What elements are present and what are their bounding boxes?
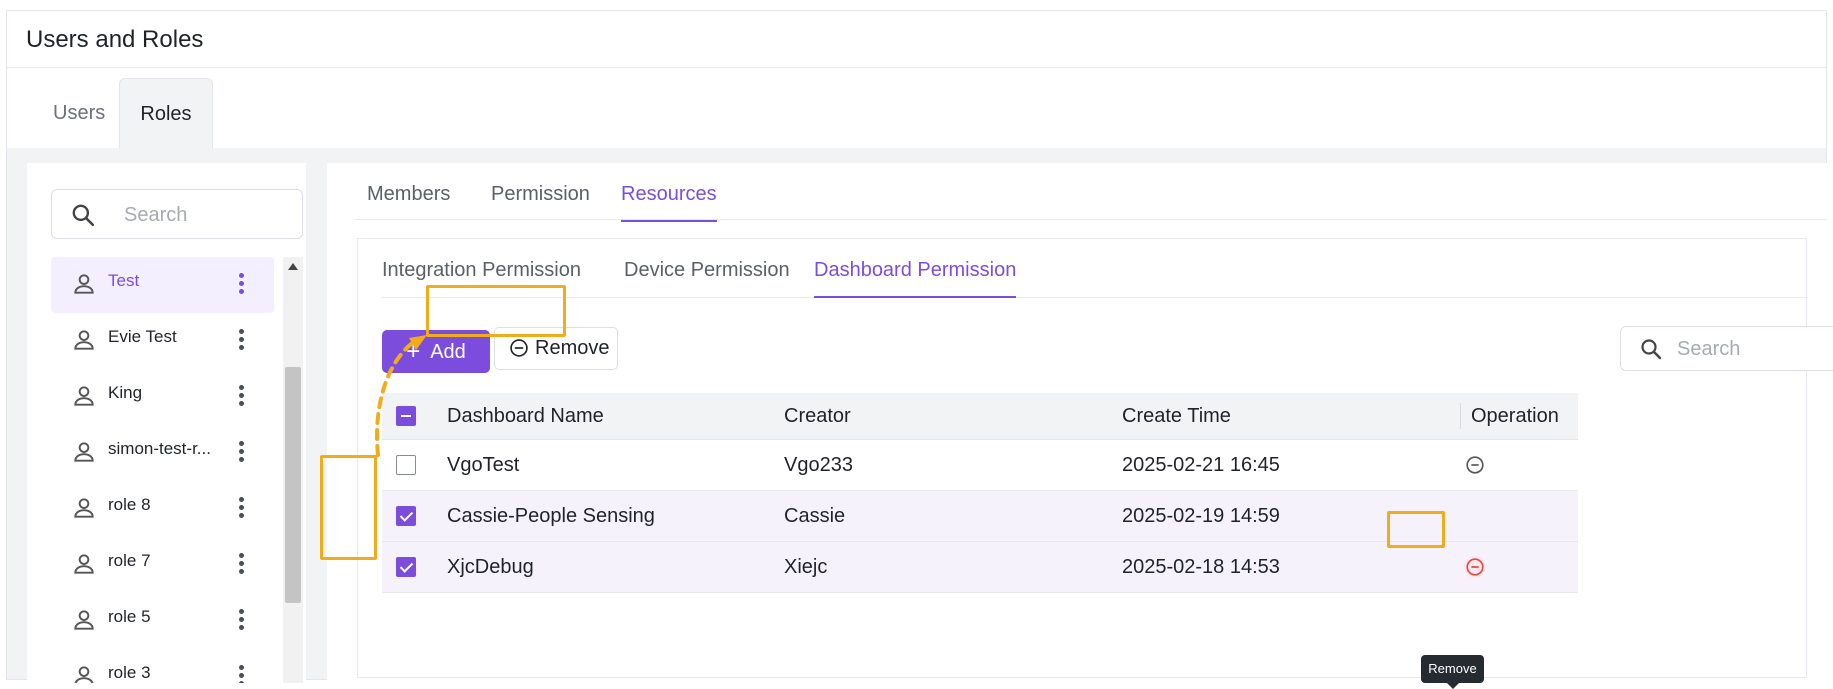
role-name: role 5 [108,607,151,626]
scrollbar-thumb[interactable] [285,367,301,603]
top-tab-bar: Users Roles [7,68,1826,148]
tab-users[interactable]: Users [33,78,125,148]
table-row[interactable]: Cassie-People Sensing Cassie 2025-02-19 … [382,491,1578,542]
more-vertical-icon[interactable] [237,607,245,635]
row-select-cell [396,542,420,592]
dashboard-name: VgoTest [447,453,520,476]
column-header-dashboard-name[interactable]: Dashboard Name [447,393,604,439]
role-list-scrollbar[interactable] [283,257,303,683]
create-time: 2025-02-21 16:45 [1122,453,1280,476]
select-all-checkbox[interactable] [396,406,416,426]
more-vertical-icon[interactable] [237,551,245,579]
app-window: Users and Roles Users Roles Test Evie Te… [6,10,1833,689]
dashboard-table: Dashboard Name Creator Create Time Opera… [382,393,1578,593]
more-vertical-icon[interactable] [237,495,245,523]
role-item[interactable]: role 5 [51,593,274,649]
user-icon [74,442,94,462]
column-header-creator[interactable]: Creator [784,393,851,439]
more-vertical-icon[interactable] [237,663,245,683]
user-icon [74,554,94,574]
user-icon [74,666,94,683]
row-select-cell [396,491,420,541]
role-list-panel: Test Evie Test King simon-test-r... role [27,163,306,683]
page-title: Users and Roles [26,26,204,53]
row-checkbox[interactable] [396,455,416,475]
tab-device-permission[interactable]: Device Permission [624,259,790,296]
role-item[interactable]: King [51,369,274,425]
role-item[interactable]: role 8 [51,481,274,537]
column-header-operation: Operation [1460,403,1559,429]
select-all-cell [396,393,420,439]
role-name: simon-test-r... [108,439,211,458]
column-header-create-time[interactable]: Create Time [1122,393,1231,439]
creator: Cassie [784,504,846,527]
more-vertical-icon[interactable] [237,439,245,467]
role-search-box[interactable] [51,189,303,239]
tab-permission[interactable]: Permission [491,183,590,220]
dashboard-search-box[interactable] [1620,326,1833,371]
section-tab-bar: Members Permission Resources [355,163,1827,222]
remove-button-label: Remove [535,337,610,359]
more-vertical-icon[interactable] [237,327,245,355]
role-name: role 7 [108,551,151,570]
creator: Vgo233 [784,453,853,476]
page-header: Users and Roles [7,11,1826,68]
role-item[interactable]: Evie Test [51,313,274,369]
create-time: 2025-02-18 14:53 [1122,555,1280,578]
user-icon [74,274,94,294]
role-detail-panel: Members Permission Resources Integration… [327,163,1833,689]
resource-tab-bar: Integration Permission Device Permission… [382,239,1808,298]
dashboard-search-input[interactable] [1675,335,1833,363]
role-name: King [108,383,143,402]
creator: Xiejc [784,555,828,578]
tab-roles[interactable]: Roles [119,78,213,148]
role-item[interactable]: simon-test-r... [51,425,274,481]
user-icon [74,330,94,350]
table-row[interactable]: VgoTest Vgo233 2025-02-21 16:45 [382,440,1578,491]
role-list: Test Evie Test King simon-test-r... role [51,257,274,683]
search-icon [1641,339,1662,360]
scroll-up-arrow-icon[interactable] [288,263,298,270]
role-name: role 8 [108,495,151,514]
plus-icon: + [406,338,421,365]
row-checkbox[interactable] [396,557,416,577]
tab-integration-permission[interactable]: Integration Permission [382,259,581,296]
role-item[interactable]: role 3 [51,649,274,683]
table-row[interactable]: XjcDebug Xiejc 2025-02-18 14:53 [382,542,1578,593]
dashboard-name: XjcDebug [447,555,534,578]
tab-resources[interactable]: Resources [621,183,717,222]
remove-tooltip: Remove [1421,655,1484,689]
user-icon [74,386,94,406]
role-item[interactable]: Test [51,257,274,313]
add-button[interactable]: + Add [382,330,490,373]
dashboard-name: Cassie-People Sensing [447,504,655,527]
create-time: 2025-02-19 14:59 [1122,504,1280,527]
more-vertical-icon[interactable] [237,383,245,411]
remove-row-icon[interactable] [1464,454,1486,476]
add-button-label: Add [430,341,466,363]
user-icon [74,498,94,518]
user-icon [74,610,94,630]
remove-button[interactable]: Remove [494,327,618,370]
row-select-cell [396,440,420,490]
resources-card: Integration Permission Device Permission… [357,238,1833,689]
tab-dashboard-permission[interactable]: Dashboard Permission [814,259,1017,298]
role-item[interactable]: role 7 [51,537,274,593]
remove-row-icon[interactable] [1464,556,1486,578]
role-name: role 3 [108,663,151,682]
role-name: Test [108,271,140,290]
more-vertical-icon[interactable] [237,271,245,299]
minus-circle-icon [510,339,528,357]
search-icon [72,204,95,227]
tab-members[interactable]: Members [367,183,450,220]
table-header-row: Dashboard Name Creator Create Time Opera… [382,393,1578,440]
role-name: Evie Test [108,327,177,346]
role-search-input[interactable] [122,200,292,230]
row-checkbox[interactable] [396,506,416,526]
